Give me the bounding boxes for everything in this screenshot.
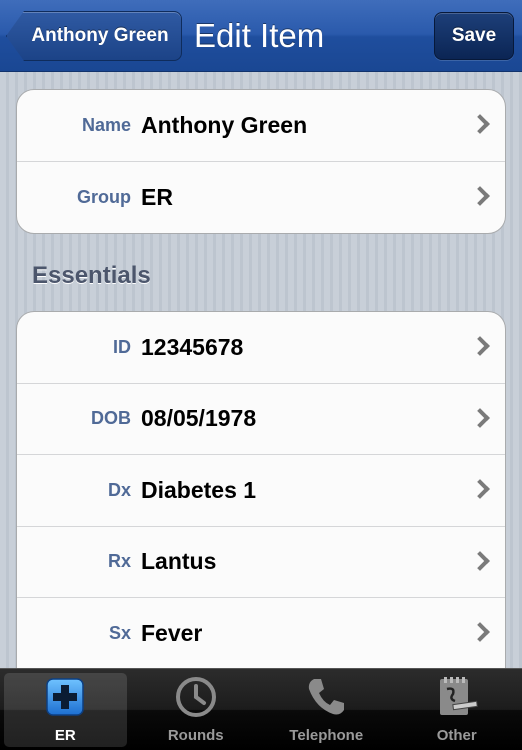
dob-key: DOB: [91, 408, 131, 429]
medical-cross-icon: [46, 678, 84, 716]
name-key: Name: [81, 114, 131, 135]
back-button-label: Anthony Green: [31, 25, 169, 46]
identity-group: Name Anthony Green Group ER: [16, 89, 506, 234]
tab-er-label: ER: [54, 727, 76, 744]
essentials-section-header: Essentials: [32, 262, 151, 289]
tab-rounds[interactable]: Rounds: [131, 669, 262, 750]
dx-key: Dx: [107, 479, 131, 500]
dx-value: Diabetes 1: [141, 476, 257, 503]
tab-telephone[interactable]: Telephone: [261, 669, 392, 750]
rx-value: Lantus: [141, 548, 217, 575]
navigation-bar: Anthony Green Edit Item Save: [0, 0, 522, 72]
sx-value: Fever: [141, 619, 203, 646]
name-row[interactable]: Name Anthony Green: [17, 90, 505, 162]
group-row[interactable]: Group ER: [17, 162, 505, 234]
id-row[interactable]: ID 12345678: [17, 312, 505, 384]
dob-row[interactable]: DOB 08/05/1978: [17, 384, 505, 455]
save-button[interactable]: Save: [434, 12, 514, 60]
tab-er[interactable]: ER: [0, 669, 131, 750]
tab-telephone-label: Telephone: [289, 727, 364, 744]
rx-key: Rx: [107, 551, 131, 572]
telephone-icon: [309, 679, 345, 715]
rx-row[interactable]: Rx Lantus: [17, 527, 505, 598]
tab-other[interactable]: Other: [392, 669, 522, 750]
sx-key: Sx: [108, 622, 131, 643]
dob-value: 08/05/1978: [141, 405, 257, 432]
name-value: Anthony Green: [141, 111, 308, 138]
dx-row[interactable]: Dx Diabetes 1: [17, 455, 505, 527]
sx-row[interactable]: Sx Fever: [17, 598, 505, 670]
id-key: ID: [113, 336, 131, 357]
tab-rounds-label: Rounds: [167, 727, 224, 744]
group-value: ER: [141, 183, 173, 210]
page-title: Edit Item: [194, 17, 325, 54]
notepad-pen-icon: [439, 677, 478, 715]
tab-other-label: Other: [436, 727, 477, 744]
back-button[interactable]: Anthony Green: [6, 11, 182, 61]
clock-icon: [175, 677, 216, 717]
id-value: 12345678: [141, 333, 244, 360]
essentials-group: ID 12345678 DOB 08/05/1978 Dx Diabetes 1…: [16, 311, 506, 701]
group-key: Group: [77, 186, 131, 207]
tab-bar: ER Rounds Telephone Other: [0, 668, 522, 750]
